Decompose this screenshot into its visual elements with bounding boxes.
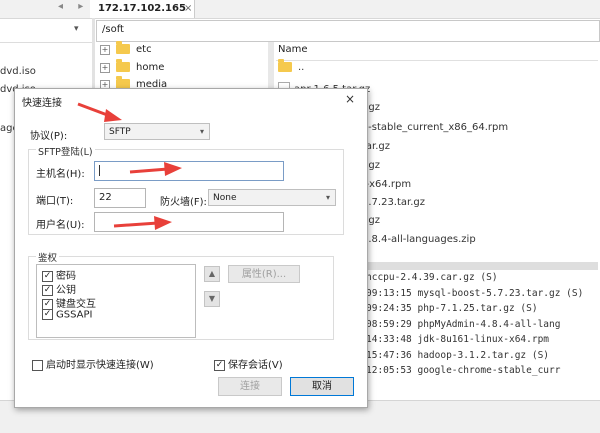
file-name: 5.7.23.tar.gz bbox=[362, 197, 426, 208]
file-row[interactable]: 4.8.4-all-languages.zip bbox=[362, 234, 476, 245]
log-line: 09:24:35 php-7.1.25.tar.gz (S) bbox=[366, 303, 538, 314]
file-name: 4.8.4-all-languages.zip bbox=[362, 234, 476, 245]
folder-icon bbox=[116, 41, 130, 54]
move-down-button[interactable]: ▼ bbox=[204, 291, 220, 307]
files-header: Name bbox=[276, 42, 598, 61]
auth-method-gssapi[interactable]: ✓ GSSAPI bbox=[42, 309, 92, 321]
expand-icon[interactable]: + bbox=[100, 45, 110, 55]
annotation-arrow-icon bbox=[113, 216, 172, 230]
file-row[interactable]: .. bbox=[278, 59, 305, 73]
port-label: 端口(T): bbox=[36, 196, 74, 207]
checkbox[interactable]: ✓ bbox=[42, 298, 53, 310]
chevron-down-icon[interactable]: ▾ bbox=[74, 24, 79, 34]
properties-button[interactable]: 属性(R)... bbox=[228, 265, 300, 283]
file-row[interactable]: r-x64.rpm bbox=[362, 179, 411, 190]
expand-icon[interactable]: + bbox=[100, 63, 110, 73]
login-group-title: SFTP登陆(L) bbox=[36, 144, 95, 158]
protocol-label: 协议(P): bbox=[30, 131, 68, 142]
file-row[interactable]: 5.7.23.tar.gz bbox=[362, 197, 425, 208]
move-up-button[interactable]: ▲ bbox=[204, 266, 220, 282]
close-icon[interactable]: × bbox=[184, 0, 192, 18]
log-line: 15:47:36 hadoop-3.1.2.tar.gz (S) bbox=[366, 350, 550, 361]
auth-method-label: GSSAPI bbox=[56, 309, 93, 321]
log-line: 08:59:29 phpMyAdmin-4.8.4-all-lang bbox=[366, 319, 561, 330]
connect-button[interactable]: 连接 bbox=[218, 377, 282, 396]
tree-item-label: home bbox=[136, 62, 165, 73]
list-item[interactable]: dvd.iso bbox=[0, 66, 36, 77]
log-line: 14:33:48 jdk-8u161-linux-x64.rpm bbox=[366, 334, 550, 345]
checkbox[interactable]: ✓ bbox=[42, 284, 53, 296]
cancel-button[interactable]: 取消 bbox=[290, 377, 354, 396]
folder-icon bbox=[278, 59, 292, 72]
option-label: 启动时显示快速连接(W) bbox=[46, 360, 154, 371]
chevron-down-icon: ▾ bbox=[199, 127, 204, 136]
tree-item-home[interactable]: + home bbox=[100, 59, 165, 78]
annotation-arrow-icon bbox=[77, 102, 122, 122]
startup-show-option[interactable]: 启动时显示快速连接(W) bbox=[32, 356, 154, 371]
text-cursor bbox=[99, 164, 100, 176]
log-line: 09:13:15 mysql-boost-5.7.23.tar.gz (S) bbox=[366, 288, 584, 299]
column-name-header[interactable]: Name bbox=[278, 44, 308, 55]
path-value: /soft bbox=[102, 24, 124, 35]
auth-method-password[interactable]: ✓ 密码 bbox=[42, 267, 76, 282]
close-icon[interactable]: × bbox=[345, 92, 355, 106]
checkbox[interactable]: ✓ bbox=[214, 359, 225, 371]
tree-item-etc[interactable]: + etc bbox=[100, 41, 152, 60]
chevron-down-icon: ▾ bbox=[325, 193, 330, 202]
dialog-title: 快速连接 bbox=[22, 98, 62, 109]
file-name: .. bbox=[298, 62, 305, 73]
checkbox[interactable] bbox=[32, 359, 43, 371]
auth-group-title: 鉴权 bbox=[36, 250, 60, 264]
folder-icon bbox=[116, 59, 130, 72]
firewall-label: 防火墙(F): bbox=[160, 197, 207, 208]
tab-host[interactable]: 172.17.102.165 bbox=[90, 0, 195, 18]
protocol-value: SFTP bbox=[109, 127, 131, 137]
nav-arrows[interactable]: ◂ ▸ bbox=[58, 1, 89, 12]
log-line: nccpu-2.4.39.car.gz (S) bbox=[366, 272, 498, 283]
file-name: e-stable_current_x86_64.rpm bbox=[362, 122, 509, 133]
annotation-arrow-icon bbox=[129, 162, 182, 176]
host-input[interactable] bbox=[94, 161, 284, 181]
path-input[interactable] bbox=[96, 20, 600, 42]
tree-item-label: etc bbox=[136, 44, 152, 55]
firewall-select[interactable]: None ▾ bbox=[208, 189, 336, 206]
port-value: 22 bbox=[99, 192, 112, 203]
port-input[interactable]: 22 bbox=[94, 188, 146, 208]
auth-method-publickey[interactable]: ✓ 公钥 bbox=[42, 281, 76, 296]
auth-method-keyboard[interactable]: ✓ 键盘交互 bbox=[42, 295, 96, 310]
checkbox[interactable]: ✓ bbox=[42, 309, 53, 320]
host-label: 主机名(H): bbox=[36, 169, 85, 180]
log-line: 12:05:53 google-chrome-stable_curr bbox=[366, 365, 561, 376]
checkbox[interactable]: ✓ bbox=[42, 270, 53, 282]
file-row[interactable]: e-stable_current_x86_64.rpm bbox=[362, 122, 508, 133]
firewall-value: None bbox=[213, 193, 237, 203]
file-name: r-x64.rpm bbox=[362, 179, 412, 190]
option-label: 保存会话(V) bbox=[228, 360, 283, 371]
save-session-option[interactable]: ✓ 保存会话(V) bbox=[214, 356, 283, 371]
username-label: 用户名(U): bbox=[36, 220, 85, 231]
